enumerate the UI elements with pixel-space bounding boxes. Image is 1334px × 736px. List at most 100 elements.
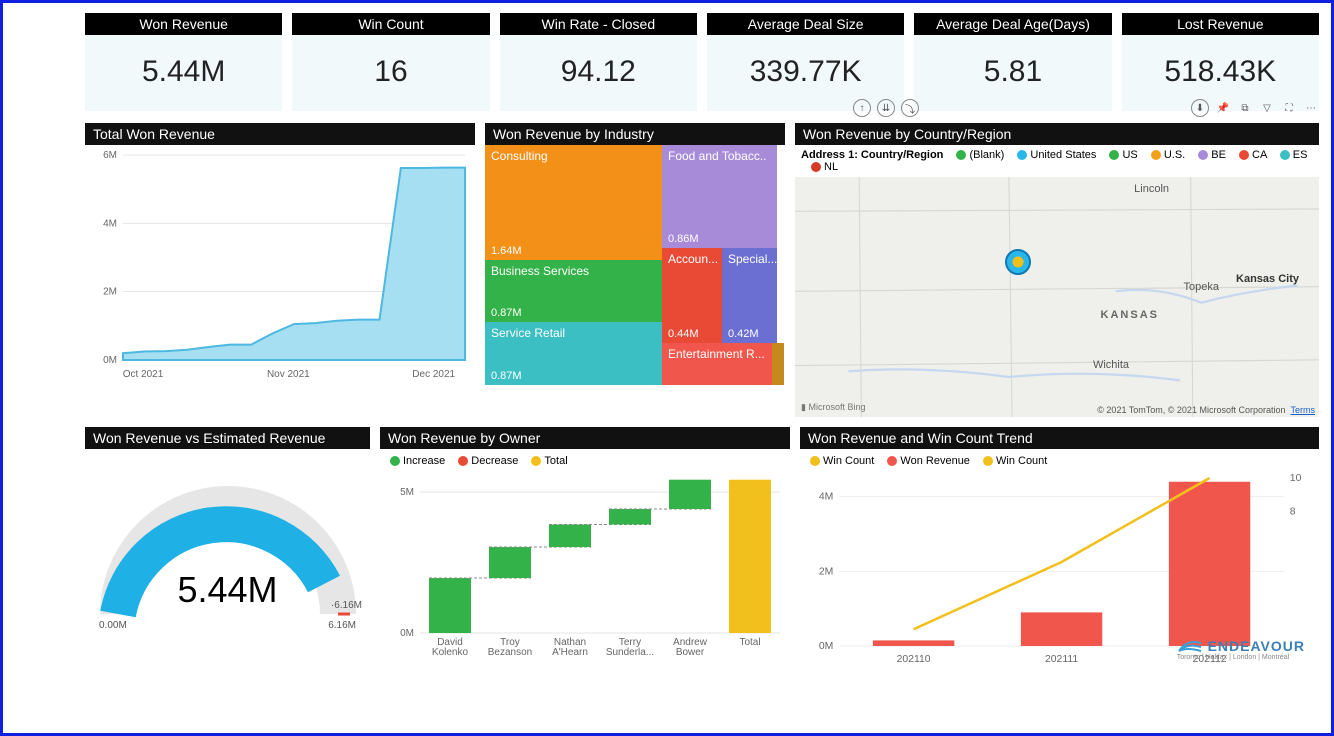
kpi-lost-revenue[interactable]: Lost Revenue 518.43K	[1122, 13, 1319, 111]
kpi-label: Lost Revenue	[1122, 13, 1319, 35]
tree-cell-accoun[interactable]: Accoun... 0.44M	[662, 248, 722, 343]
svg-text:0M: 0M	[400, 628, 414, 639]
kpi-label: Win Rate - Closed	[500, 13, 697, 35]
tree-value: 0.44M	[668, 328, 699, 340]
svg-text:6M: 6M	[103, 150, 117, 161]
tree-cell-food[interactable]: Food and Tobacc.. 0.86M	[662, 145, 777, 248]
svg-text:202110: 202110	[897, 654, 931, 665]
svg-text:Total: Total	[739, 637, 760, 648]
svg-text:Dec 2021: Dec 2021	[412, 369, 455, 380]
trend-legend: Win Count Won Revenue Win Count	[800, 449, 1319, 473]
treemap-chart[interactable]: Consulting 1.64M Business Services 0.87M…	[485, 145, 785, 385]
panel-title: Total Won Revenue	[85, 123, 475, 145]
tree-value: 0.42M	[728, 328, 759, 340]
kpi-label: Won Revenue	[85, 13, 282, 35]
panel-gauge[interactable]: Won Revenue vs Estimated Revenue 5.44M 0…	[85, 427, 370, 679]
drill-toggle-icon[interactable]: ⬇	[1191, 99, 1209, 117]
svg-text:4M: 4M	[819, 492, 833, 503]
kpi-row: Won Revenue 5.44M Win Count 16 Win Rate …	[85, 13, 1319, 111]
focus-icon[interactable]: ⛶	[1281, 99, 1297, 117]
kpi-label: Average Deal Size	[707, 13, 904, 35]
tree-label: Accoun...	[668, 252, 718, 266]
filter-icon[interactable]: ▽	[1259, 99, 1275, 117]
map-label: KANSAS	[1101, 309, 1159, 321]
tree-cell-service[interactable]: Service Retail 0.87M	[485, 322, 662, 385]
svg-text:Bezanson: Bezanson	[488, 647, 532, 658]
kpi-value: 5.44M	[85, 35, 282, 111]
kpi-label: Win Count	[292, 13, 489, 35]
tree-label: Food and Tobacc..	[668, 149, 767, 163]
kpi-win-rate[interactable]: Win Rate - Closed 94.12	[500, 13, 697, 111]
kpi-value: 94.12	[500, 35, 697, 111]
drill-down-icon[interactable]: ⇊	[877, 99, 895, 117]
svg-text:8: 8	[1290, 507, 1296, 518]
panel-trend[interactable]: Won Revenue and Win Count Trend Win Coun…	[800, 427, 1319, 679]
kpi-win-count[interactable]: Win Count 16	[292, 13, 489, 111]
panel-title: Won Revenue by Industry	[485, 123, 785, 145]
map-label: Lincoln	[1134, 183, 1169, 195]
svg-text:4M: 4M	[103, 218, 117, 229]
gauge-target: ·6.16M	[331, 600, 362, 611]
more-icon[interactable]: ⋯	[1303, 99, 1319, 117]
svg-text:Sunderla...: Sunderla...	[606, 647, 654, 658]
owner-legend: Increase Decrease Total	[380, 449, 790, 473]
expand-level-icon[interactable]: ⤵	[901, 99, 919, 117]
svg-text:2M: 2M	[103, 287, 117, 298]
svg-text:Nov 2021: Nov 2021	[267, 369, 310, 380]
svg-text:202111: 202111	[1045, 654, 1079, 665]
panel-revenue-by-country[interactable]: ↑ ⇊ ⤵ ⬇ 📌 ⧉ ▽ ⛶ ⋯ Won Revenue by Country…	[795, 123, 1319, 417]
svg-text:2M: 2M	[819, 567, 833, 578]
svg-text:A'Hearn: A'Hearn	[552, 647, 588, 658]
kpi-won-revenue[interactable]: Won Revenue 5.44M	[85, 13, 282, 111]
svg-text:5M: 5M	[400, 487, 414, 498]
area-chart[interactable]: 0M2M4M6MOct 2021Nov 2021Dec 2021	[85, 145, 475, 385]
map-label: Topeka	[1184, 281, 1219, 293]
panel-total-won-revenue[interactable]: Total Won Revenue 0M2M4M6MOct 2021Nov 20…	[85, 123, 475, 417]
svg-text:Kolenko: Kolenko	[432, 647, 469, 658]
gauge-value: 5.44M	[177, 569, 277, 611]
svg-text:Bower: Bower	[676, 647, 705, 658]
map-terms-link[interactable]: Terms	[1291, 405, 1316, 415]
kpi-label: Average Deal Age(Days)	[914, 13, 1111, 35]
drill-up-icon[interactable]: ↑	[853, 99, 871, 117]
gauge-min: 0.00M	[99, 620, 127, 631]
tree-label: Entertainment R...	[668, 347, 765, 361]
pin-icon[interactable]: 📌	[1215, 99, 1231, 117]
map-label: Wichita	[1093, 359, 1129, 371]
owner-chart[interactable]: 0M5MDavidKolenkoTroyBezansonNathanA'Hear…	[380, 473, 790, 668]
map-legend-title: Address 1: Country/Region	[801, 149, 943, 161]
copy-icon[interactable]: ⧉	[1237, 99, 1253, 117]
kpi-avg-deal[interactable]: Average Deal Size 339.77K	[707, 13, 904, 111]
svg-text:10: 10	[1290, 473, 1302, 484]
panel-title: Won Revenue and Win Count Trend	[800, 427, 1319, 449]
kpi-value: 16	[292, 35, 489, 111]
map-attribution: © 2021 TomTom, © 2021 Microsoft Corporat…	[1097, 405, 1315, 415]
brand-logo: ENDEAVOUR Toronto | Halifax | London | M…	[1177, 637, 1305, 661]
gauge-chart[interactable]: 5.44M 0.00M 6.16M ·6.16M	[85, 449, 370, 679]
panel-title: Won Revenue vs Estimated Revenue	[85, 427, 370, 449]
svg-text:0M: 0M	[103, 355, 117, 366]
tree-label: Service Retail	[491, 326, 565, 340]
map-bubble[interactable]	[1005, 249, 1031, 275]
tree-value: 0.87M	[491, 307, 522, 319]
panel-revenue-by-industry[interactable]: Won Revenue by Industry Consulting 1.64M…	[485, 123, 785, 417]
svg-text:0M: 0M	[819, 641, 833, 652]
tree-cell-special[interactable]: Special... 0.42M	[722, 248, 777, 343]
map-label: Kansas City	[1236, 273, 1299, 285]
tree-cell-business[interactable]: Business Services 0.87M	[485, 260, 662, 322]
tree-label: Business Services	[491, 264, 589, 278]
panel-title: Won Revenue by Country/Region	[795, 123, 1319, 145]
map-canvas[interactable]: Lincoln Topeka Kansas City KANSAS Wichit…	[795, 177, 1319, 417]
panel-owner[interactable]: Won Revenue by Owner Increase Decrease T…	[380, 427, 790, 679]
panel-title: Won Revenue by Owner	[380, 427, 790, 449]
tree-cell-consulting[interactable]: Consulting 1.64M	[485, 145, 662, 260]
kpi-avg-age[interactable]: Average Deal Age(Days) 5.81	[914, 13, 1111, 111]
tree-value: 0.86M	[668, 233, 699, 245]
tree-label: Consulting	[491, 149, 548, 163]
tree-value: 1.64M	[491, 245, 522, 257]
tree-label: Special...	[728, 252, 777, 266]
tree-cell-entertain[interactable]: Entertainment R...	[662, 343, 772, 385]
map-legend: Address 1: Country/Region (Blank) United…	[795, 145, 1319, 177]
map-toolbar: ↑ ⇊ ⤵ ⬇ 📌 ⧉ ▽ ⛶ ⋯	[853, 99, 1319, 117]
map-bing: ▮ Microsoft Bing	[801, 402, 865, 413]
